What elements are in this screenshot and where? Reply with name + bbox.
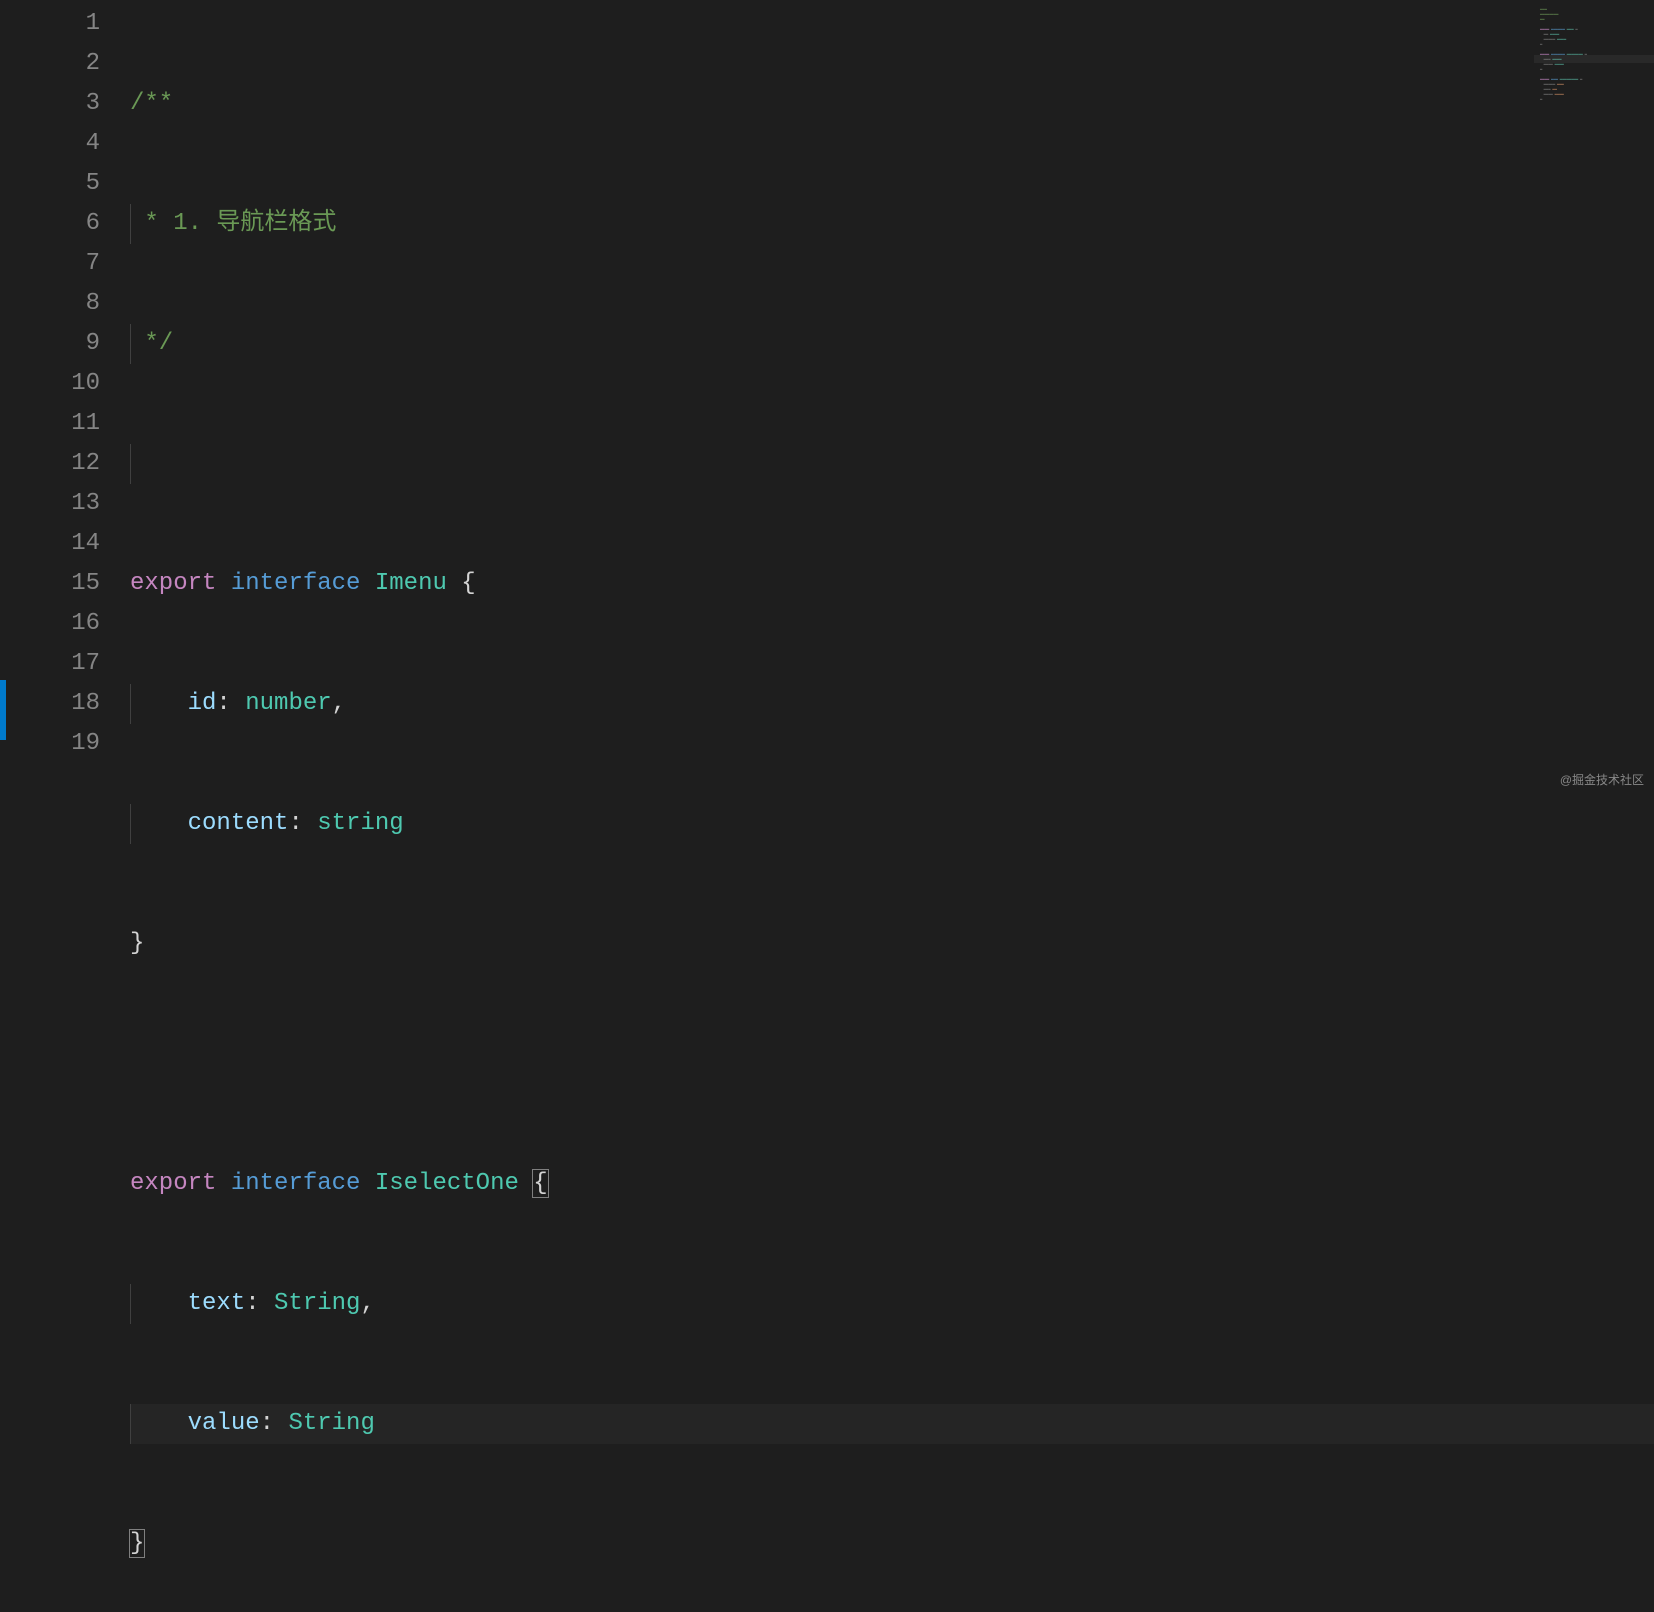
- code-area[interactable]: /** * 1. 导航栏格式 */ export interface Imenu…: [130, 0, 1654, 806]
- property: text: [188, 1290, 246, 1317]
- code-line[interactable]: value: String: [130, 1404, 1654, 1444]
- code-line[interactable]: }: [130, 1524, 1654, 1564]
- type-name: String: [288, 1410, 374, 1437]
- code-line[interactable]: [130, 444, 1654, 484]
- line-number: 16: [0, 604, 100, 644]
- code-line[interactable]: /**: [130, 84, 1654, 124]
- line-number: 14: [0, 524, 100, 564]
- property: value: [188, 1410, 260, 1437]
- line-number: 3: [0, 84, 100, 124]
- brace: {: [447, 570, 476, 597]
- comment-text: */: [130, 330, 173, 357]
- punct: ,: [360, 1290, 374, 1317]
- line-number: 6: [0, 204, 100, 244]
- keyword: interface: [231, 1170, 361, 1197]
- line-number: 4: [0, 124, 100, 164]
- line-number: 9: [0, 324, 100, 364]
- line-number: 1: [0, 4, 100, 44]
- type-name: Imenu: [375, 570, 447, 597]
- watermark: @掘金技术社区: [1560, 760, 1644, 800]
- property: id: [188, 690, 217, 717]
- punct: ,: [332, 690, 346, 717]
- code-line[interactable]: id: number,: [130, 684, 1654, 724]
- code-line[interactable]: [130, 1044, 1654, 1084]
- type-name: IselectOne: [375, 1170, 519, 1197]
- line-number: 2: [0, 44, 100, 84]
- code-line[interactable]: * 1. 导航栏格式: [130, 204, 1654, 244]
- line-number: 11: [0, 404, 100, 444]
- keyword: export: [130, 1170, 216, 1197]
- keyword: export: [130, 570, 216, 597]
- property: content: [188, 810, 289, 837]
- gutter-marker: [0, 680, 6, 740]
- comment-text: * 1.: [130, 210, 216, 237]
- brace: }: [130, 1530, 144, 1557]
- line-number: 10: [0, 364, 100, 404]
- line-number: 19: [0, 724, 100, 764]
- comment-text: /**: [130, 90, 173, 117]
- code-line[interactable]: export interface Imenu {: [130, 564, 1654, 604]
- code-line[interactable]: }: [130, 924, 1654, 964]
- line-number: 17: [0, 644, 100, 684]
- code-line[interactable]: text: String,: [130, 1284, 1654, 1324]
- code-line[interactable]: content: string: [130, 804, 1654, 844]
- punct: :: [260, 1410, 289, 1437]
- line-number: 18: [0, 684, 100, 724]
- code-line[interactable]: */: [130, 324, 1654, 364]
- comment-text: 导航栏格式: [216, 210, 336, 237]
- type-name: string: [317, 810, 403, 837]
- line-number: 5: [0, 164, 100, 204]
- type-name: number: [245, 690, 331, 717]
- punct: :: [288, 810, 317, 837]
- line-number: 12: [0, 444, 100, 484]
- type-name: String: [274, 1290, 360, 1317]
- line-number: 8: [0, 284, 100, 324]
- line-number: 13: [0, 484, 100, 524]
- punct: :: [216, 690, 245, 717]
- line-number: 7: [0, 244, 100, 284]
- code-editor[interactable]: 1 2 3 4 5 6 7 8 9 10 11 12 13 14 15 16 1…: [0, 0, 1654, 806]
- minimap[interactable]: ▂▂▂ ▂▂▂▂▂▂▂▂ ▂▂ ▂▂▂▂ ▂▂▂▂▂▂ ▂▂▂ ▂ ▂▂ ▂▂▂…: [1534, 0, 1654, 806]
- line-number-gutter: 1 2 3 4 5 6 7 8 9 10 11 12 13 14 15 16 1…: [0, 0, 130, 806]
- keyword: interface: [231, 570, 361, 597]
- brace: }: [130, 930, 144, 957]
- punct: :: [245, 1290, 274, 1317]
- line-number: 15: [0, 564, 100, 604]
- brace: {: [533, 1170, 547, 1197]
- code-line[interactable]: export interface IselectOne {: [130, 1164, 1654, 1204]
